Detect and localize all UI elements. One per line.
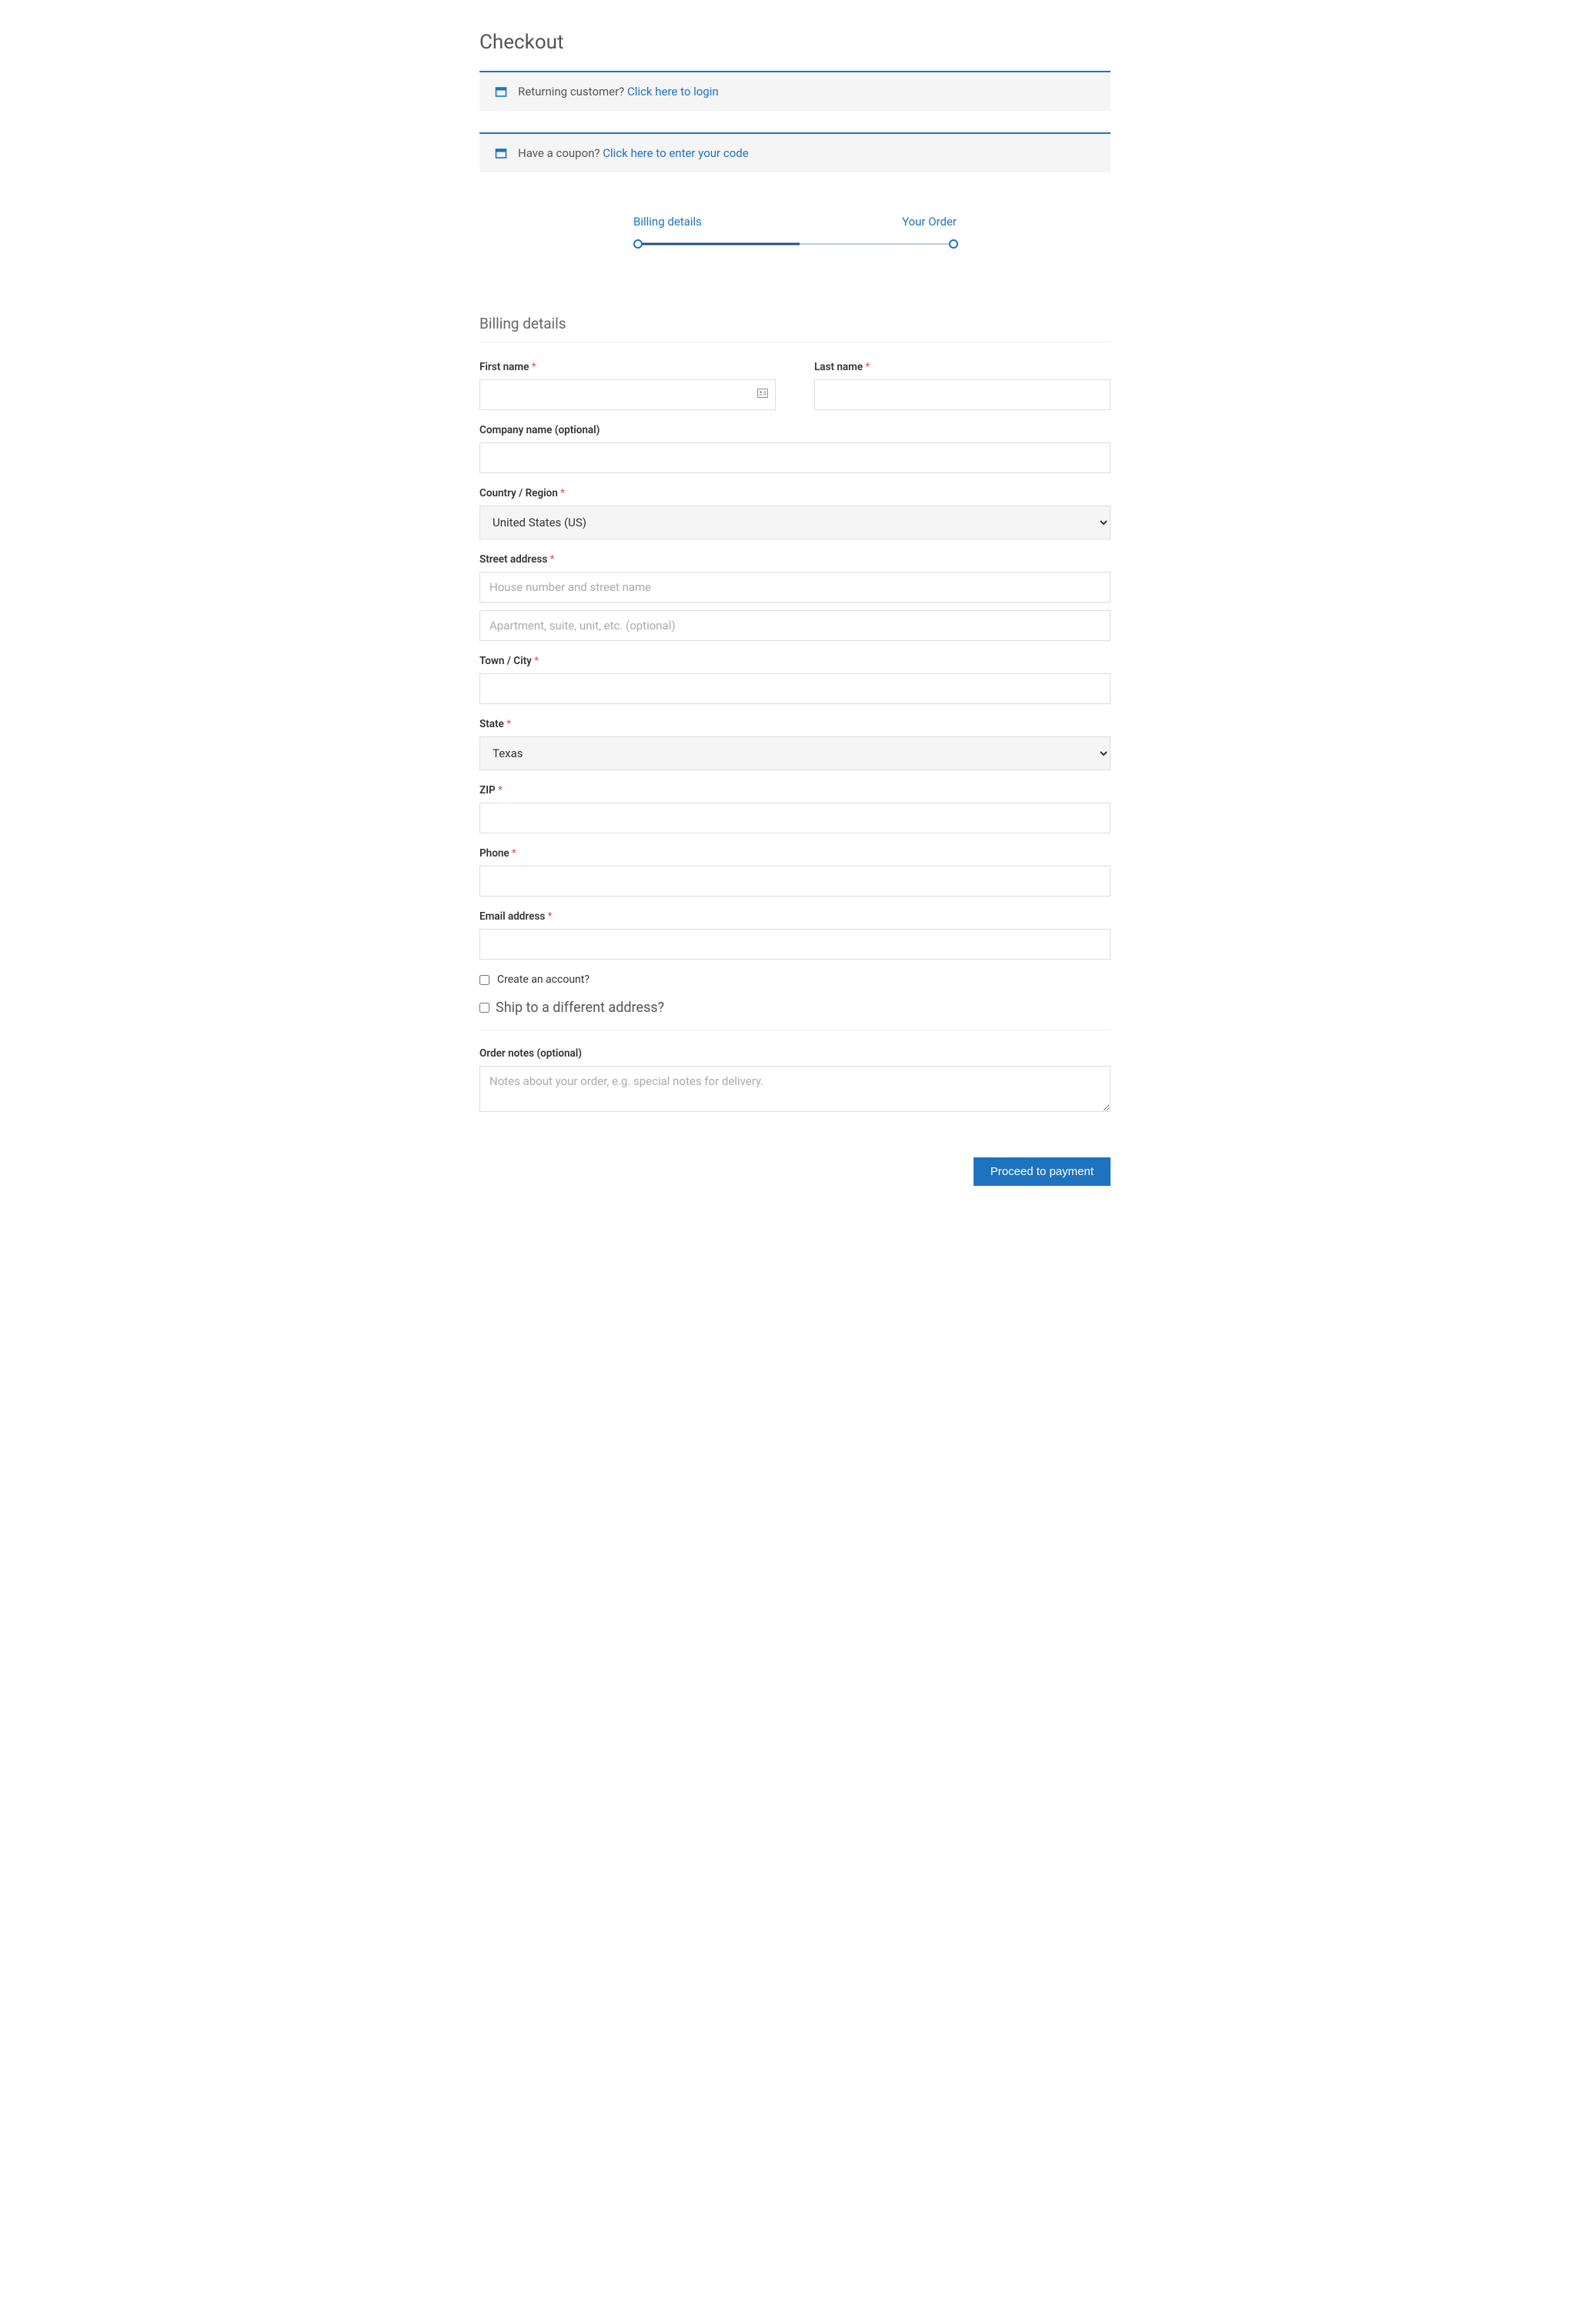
- phone-input[interactable]: [479, 866, 1111, 897]
- create-account-label: Create an account?: [497, 973, 590, 986]
- email-label: Email address *: [479, 910, 1111, 923]
- coupon-text: Have a coupon?: [518, 146, 603, 160]
- first-name-label: First name *: [479, 361, 776, 373]
- country-select[interactable]: United States (US): [479, 506, 1111, 539]
- returning-customer-notice: Returning customer? Click here to login: [479, 71, 1111, 111]
- street1-input[interactable]: [479, 572, 1111, 603]
- city-label: Town / City *: [479, 655, 1111, 667]
- returning-text: Returning customer?: [518, 85, 627, 99]
- login-link[interactable]: Click here to login: [627, 85, 719, 99]
- zip-input[interactable]: [479, 803, 1111, 833]
- street2-input[interactable]: [479, 610, 1111, 641]
- billing-heading: Billing details: [479, 315, 1111, 342]
- proceed-button[interactable]: Proceed to payment: [974, 1157, 1111, 1186]
- create-account-checkbox[interactable]: [479, 975, 489, 985]
- city-input[interactable]: [479, 673, 1111, 704]
- progress-step-order[interactable]: Your Order: [902, 215, 957, 229]
- email-input[interactable]: [479, 929, 1111, 960]
- street-label: Street address *: [479, 553, 1111, 566]
- last-name-label: Last name *: [814, 361, 1111, 373]
- progress-node-1: [633, 239, 643, 249]
- coupon-notice: Have a coupon? Click here to enter your …: [479, 132, 1111, 172]
- ship-different-checkbox[interactable]: [479, 1003, 489, 1013]
- ship-different-label: Ship to a different address?: [496, 1000, 664, 1016]
- first-name-input[interactable]: [479, 379, 776, 410]
- state-select[interactable]: Texas: [479, 736, 1111, 770]
- country-label: Country / Region *: [479, 487, 1111, 499]
- company-input[interactable]: [479, 442, 1111, 473]
- calendar-icon: [495, 147, 507, 159]
- zip-label: ZIP *: [479, 784, 1111, 796]
- order-notes-label: Order notes (optional): [479, 1047, 1111, 1060]
- progress-node-2: [949, 239, 958, 249]
- order-notes-textarea[interactable]: [479, 1066, 1111, 1112]
- progress-fill: [638, 243, 800, 245]
- company-label: Company name (optional): [479, 424, 1111, 436]
- checkout-progress: Billing details Your Order: [479, 215, 1111, 245]
- last-name-input[interactable]: [814, 379, 1111, 410]
- coupon-link[interactable]: Click here to enter your code: [603, 146, 748, 160]
- progress-step-billing[interactable]: Billing details: [633, 215, 702, 229]
- phone-label: Phone *: [479, 847, 1111, 860]
- calendar-icon: [495, 85, 507, 98]
- page-title: Checkout: [479, 31, 1111, 54]
- state-label: State *: [479, 718, 1111, 730]
